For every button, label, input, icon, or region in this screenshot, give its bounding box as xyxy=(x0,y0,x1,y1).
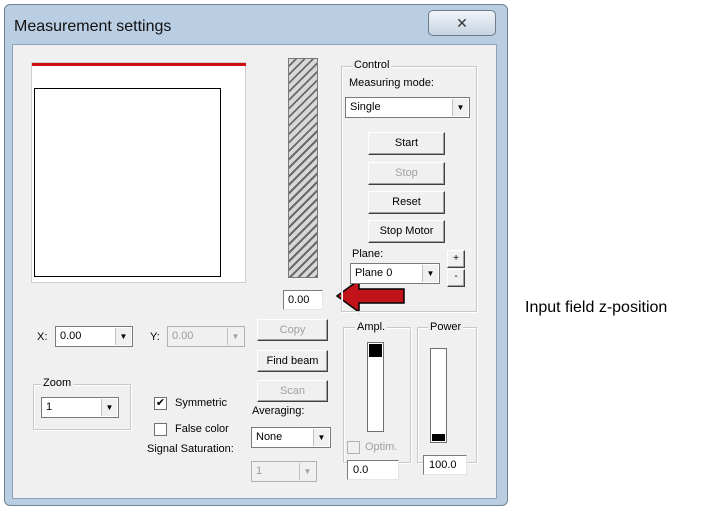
reset-button[interactable]: Reset xyxy=(368,191,445,214)
optim-label: Optim. xyxy=(365,441,398,453)
chevron-down-icon: ▼ xyxy=(422,265,438,282)
zoom-label: Zoom xyxy=(41,377,74,389)
signal-saturation-label: Signal Saturation: xyxy=(147,443,234,455)
x-position-select[interactable]: 0.00 ▼ xyxy=(55,326,133,347)
symmetric-checkbox[interactable]: ✔ xyxy=(154,397,167,410)
horizontal-profile-line xyxy=(32,63,246,66)
chevron-down-icon: ▼ xyxy=(101,399,117,416)
signal-saturation-value: 1 xyxy=(256,465,263,477)
zoom-value: 1 xyxy=(46,401,53,413)
chevron-down-icon: ▼ xyxy=(115,328,131,345)
y-label: Y: xyxy=(150,331,160,343)
power-meter-fill xyxy=(432,434,445,441)
false-color-checkbox[interactable] xyxy=(154,423,167,436)
annotation-label: Input field z-position xyxy=(525,299,668,316)
plane-label: Plane: xyxy=(352,248,384,260)
scan-button[interactable]: Scan xyxy=(257,380,328,402)
measuring-mode-label: Measuring mode: xyxy=(349,77,434,89)
z-position-input[interactable]: 0.00 xyxy=(283,290,323,310)
stop-button[interactable]: Stop xyxy=(368,162,445,185)
plane-down-button[interactable]: - xyxy=(447,269,465,287)
measuring-mode-value: Single xyxy=(350,101,381,113)
averaging-label: Averaging: xyxy=(252,405,305,417)
find-beam-button[interactable]: Find beam xyxy=(257,350,328,372)
power-value-input[interactable]: 100.0 xyxy=(423,455,467,475)
chevron-down-icon: ▼ xyxy=(313,429,329,446)
ampl-value-input[interactable]: 0.0 xyxy=(347,460,399,480)
y-position-value: 0.00 xyxy=(172,330,194,342)
ampl-meter-fill xyxy=(369,344,382,357)
beam-image-area[interactable] xyxy=(34,88,221,277)
vertical-profile-bar xyxy=(288,58,318,278)
ampl-group-label: Ampl. xyxy=(355,321,388,333)
copy-button[interactable]: Copy xyxy=(257,319,328,341)
x-position-value: 0.00 xyxy=(60,330,82,342)
symmetric-label: Symmetric xyxy=(175,397,227,409)
close-button[interactable]: ✕ xyxy=(428,10,496,36)
start-button[interactable]: Start xyxy=(368,132,445,155)
y-position-select: 0.00 ▼ xyxy=(167,326,245,347)
plane-select[interactable]: Plane 0 ▼ xyxy=(350,263,440,284)
plane-value: Plane 0 xyxy=(355,267,393,279)
signal-saturation-select: 1 ▼ xyxy=(251,461,317,482)
chevron-down-icon: ▼ xyxy=(299,463,315,480)
chevron-down-icon: ▼ xyxy=(227,328,243,345)
averaging-select[interactable]: None ▼ xyxy=(251,427,331,448)
close-icon: ✕ xyxy=(456,15,468,31)
window-title: Measurement settings xyxy=(14,18,172,35)
optim-checkbox xyxy=(347,441,360,454)
zoom-select[interactable]: 1 ▼ xyxy=(41,397,119,418)
measuring-mode-select[interactable]: Single ▼ xyxy=(345,97,470,118)
chevron-down-icon: ▼ xyxy=(452,99,468,116)
power-meter xyxy=(430,348,447,443)
false-color-label: False color xyxy=(175,423,229,435)
x-label: X: xyxy=(37,331,48,343)
control-group-label: Control xyxy=(352,59,392,71)
stop-motor-button[interactable]: Stop Motor xyxy=(368,220,445,243)
power-group xyxy=(417,327,477,463)
power-group-label: Power xyxy=(428,321,464,333)
plane-up-button[interactable]: + xyxy=(447,250,465,268)
averaging-value: None xyxy=(256,431,283,443)
ampl-meter xyxy=(367,342,384,432)
